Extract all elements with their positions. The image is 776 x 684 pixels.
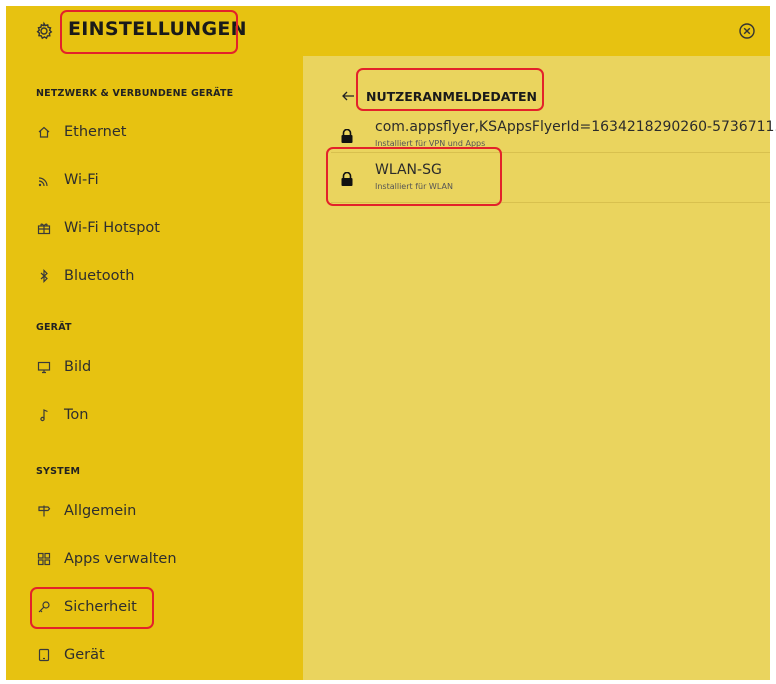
sidebar-item-label: Sicherheit xyxy=(64,599,137,615)
sidebar-item-wifi-hotspot[interactable]: Wi-Fi Hotspot xyxy=(6,210,303,246)
sidebar-item-label: Wi-Fi xyxy=(64,172,99,188)
settings-window: EINSTELLUNGEN NETZWERK & VERBUNDENE GERÄ… xyxy=(6,6,776,680)
key-icon xyxy=(37,600,51,614)
section-heading: NUTZERANMELDEDATEN xyxy=(366,89,537,104)
monitor-icon xyxy=(37,360,51,374)
divider xyxy=(331,152,770,153)
credential-item[interactable]: WLAN-SG Installiert für WLAN xyxy=(303,154,770,202)
bluetooth-icon xyxy=(37,269,51,283)
sidebar-item-bild[interactable]: Bild xyxy=(6,349,303,385)
sidebar-item-label: Apps verwalten xyxy=(64,551,177,567)
sidebar-item-wifi[interactable]: Wi-Fi xyxy=(6,162,303,198)
sidebar-item-label: Wi-Fi Hotspot xyxy=(64,220,160,236)
section-title-device: GERÄT xyxy=(36,322,72,333)
credential-name: WLAN-SG xyxy=(375,162,442,178)
sidebar-item-label: Ton xyxy=(64,407,89,423)
sidebar-item-sicherheit[interactable]: Sicherheit xyxy=(6,589,303,625)
sidebar-item-ethernet[interactable]: Ethernet xyxy=(6,114,303,150)
apps-grid-icon xyxy=(37,552,51,566)
sidebar: NETZWERK & VERBUNDENE GERÄTE Ethernet Wi… xyxy=(6,56,303,680)
sidebar-item-label: Ethernet xyxy=(64,124,127,140)
lock-icon xyxy=(341,128,353,143)
sidebar-item-label: Gerät xyxy=(64,647,105,663)
home-icon xyxy=(37,125,51,139)
page-title: EINSTELLUNGEN xyxy=(68,18,247,40)
credential-subtitle: Installiert für WLAN xyxy=(375,182,453,191)
sidebar-item-allgemein[interactable]: Allgemein xyxy=(6,493,303,529)
wifi-icon xyxy=(37,173,51,187)
sidebar-item-apps-verwalten[interactable]: Apps verwalten xyxy=(6,541,303,577)
sidebar-item-label: Bluetooth xyxy=(64,268,135,284)
credential-name: com.appsflyer,KSAppsFlyerId=163421829026… xyxy=(375,119,776,135)
header-bar: EINSTELLUNGEN xyxy=(6,6,770,56)
sidebar-item-label: Allgemein xyxy=(64,503,137,519)
device-icon xyxy=(37,648,51,662)
content-panel: NUTZERANMELDEDATEN com.appsflyer,KSAppsF… xyxy=(303,56,776,680)
lock-icon xyxy=(341,171,353,186)
sidebar-item-bluetooth[interactable]: Bluetooth xyxy=(6,258,303,294)
credential-subtitle: Installiert für VPN und Apps xyxy=(375,139,486,148)
sidebar-item-label: Bild xyxy=(64,359,92,375)
arrow-left-icon[interactable] xyxy=(341,89,355,107)
close-icon[interactable] xyxy=(737,21,757,41)
sidebar-item-ton[interactable]: Ton xyxy=(6,397,303,433)
sidebar-item-geraet[interactable]: Gerät xyxy=(6,637,303,673)
music-note-icon xyxy=(37,408,51,422)
section-title-network: NETZWERK & VERBUNDENE GERÄTE xyxy=(36,88,234,99)
divider xyxy=(331,202,770,203)
gear-icon xyxy=(34,21,54,41)
section-title-system: SYSTEM xyxy=(36,466,81,477)
hotspot-icon xyxy=(37,221,51,235)
signpost-icon xyxy=(37,504,51,518)
